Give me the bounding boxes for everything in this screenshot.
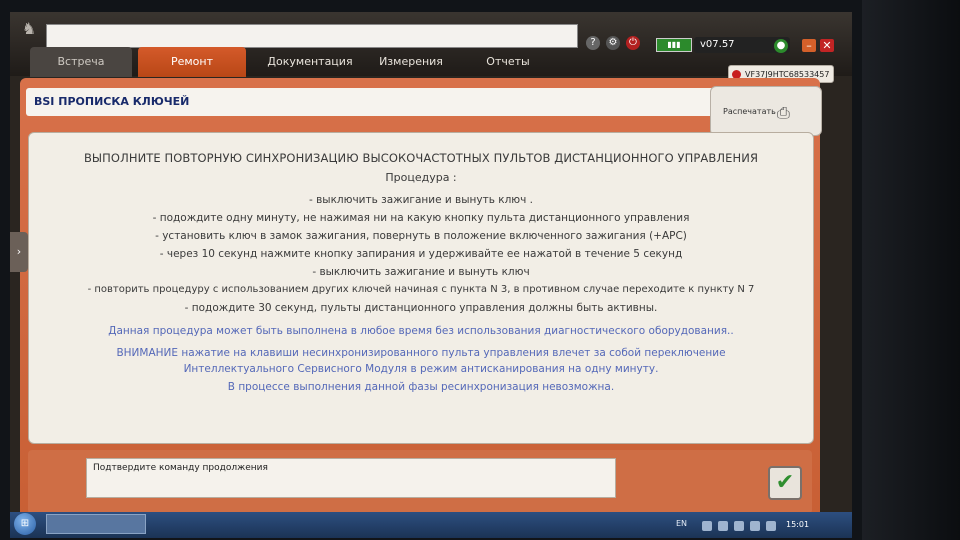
title-prefix: BSI [34,95,55,108]
laptop-bezel [862,0,960,540]
tab-remont-label: Ремонт [170,55,214,68]
step-3: - установить ключ в замок зажигания, пов… [155,230,687,242]
warning-line-1: ВНИМАНИЕ нажатие на клавиши несинхронизи… [116,347,726,359]
tab-otchety[interactable]: Отчеты [466,47,550,77]
tray-icon[interactable] [734,521,744,531]
tray-icon[interactable] [750,521,760,531]
close-icon[interactable]: ✕ [820,39,834,52]
checkmark-icon: ✔ [775,470,795,495]
minimize-icon[interactable]: – [802,39,816,52]
taskbar: ⊞ EN 15:01 [10,512,852,538]
step-6: - повторить процедуру с использованием д… [87,284,755,295]
title-text: ПРОПИСКА КЛЮЧЕЙ [58,95,190,108]
step-2: - подождите одну минуту, не нажимая ни н… [152,212,690,224]
confirm-button[interactable]: ✔ [768,466,802,500]
side-expand-arrow[interactable]: › [10,232,28,272]
step-4: - через 10 секунд нажмите кнопку запиран… [159,248,683,260]
peugeot-logo-icon: ♞ [21,19,37,38]
step-7: - подождите 30 секунд, пульты дистанцион… [184,302,658,314]
tab-dokumentaciya[interactable]: Документация [260,47,360,77]
settings-icon[interactable]: ⚙ [606,36,620,50]
taskbar-app-button[interactable] [46,514,146,534]
tray-icon[interactable] [702,521,712,531]
start-button[interactable]: ⊞ [14,513,36,535]
warning-line-2: Интеллектуального Сервисного Модуля в ре… [183,363,659,375]
tab-izmereniya[interactable]: Измерения [368,47,454,77]
print-label: Распечатать [723,107,776,116]
app-header: ♞ ? ⚙ ⏻ ▮▮▮ v07.57 ● – ✕ Встреча Ремонт … [10,12,852,83]
tray-icon[interactable] [766,521,776,531]
power-icon[interactable]: ⏻ [626,36,640,50]
instructions-headline: ВЫПОЛНИТЕ ПОВТОРНУЮ СИНХРОНИЗАЦИЮ ВЫСОКО… [83,151,759,165]
page-title: BSI ПРОПИСКА КЛЮЧЕЙ [34,88,189,116]
warning-line-3: В процессе выполнения данной фазы ресинх… [227,381,615,393]
language-indicator[interactable]: EN [676,519,687,528]
title-bar: BSI ПРОПИСКА КЛЮЧЕЙ [26,88,714,116]
main-panel: BSI ПРОПИСКА КЛЮЧЕЙ Распечатать ⎙ ВЫПОЛН… [20,78,822,524]
tab-remont[interactable]: Ремонт [138,47,246,77]
clock[interactable]: 15:01 [786,520,809,529]
step-5: - выключить зажигание и вынуть ключ [312,266,530,278]
step-1: - выключить зажигание и вынуть ключ . [308,194,534,206]
tray-icon[interactable] [718,521,728,531]
confirmation-area: Подтвердите команду продолжения ✔ [28,450,812,514]
help-icon[interactable]: ? [586,36,600,50]
print-button[interactable]: Распечатать ⎙ [710,86,822,136]
screen: ♞ ? ⚙ ⏻ ▮▮▮ v07.57 ● – ✕ Встреча Ремонт … [10,12,852,538]
instructions-box: ВЫПОЛНИТЕ ПОВТОРНУЮ СИНХРОНИЗАЦИЮ ВЫСОКО… [28,132,814,444]
tab-vstrecha[interactable]: Встреча [30,47,132,77]
note-text: Данная процедура может быть выполнена в … [108,325,734,337]
procedure-label: Процедура : [385,171,457,184]
status-icon: ● [774,39,788,53]
printer-icon: ⎙ [777,103,790,122]
confirm-message: Подтвердите команду продолжения [86,458,616,498]
battery-icon: ▮▮▮ [656,38,692,52]
top-info-field [46,24,578,48]
